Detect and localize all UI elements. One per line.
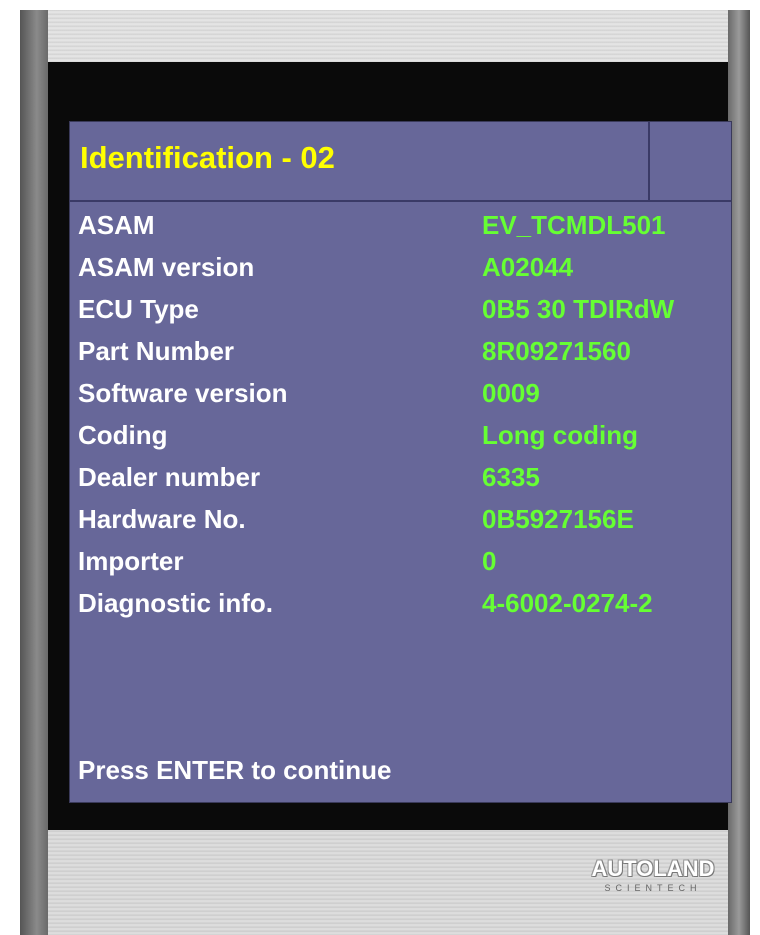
brand-subtitle: SCIENTECH bbox=[604, 883, 702, 893]
software-version-label: Software version bbox=[78, 378, 288, 408]
asam-version-label: ASAM version bbox=[78, 252, 255, 282]
part-number-value: 8R09271560 bbox=[482, 336, 631, 366]
part-number-label: Part Number bbox=[78, 336, 235, 366]
software-version-value: 0009 bbox=[482, 378, 540, 408]
importer-label: Importer bbox=[78, 546, 184, 576]
hardware-number-label: Hardware No. bbox=[78, 504, 246, 534]
coding-label: Coding bbox=[78, 420, 168, 450]
asam-version-value: A02044 bbox=[482, 252, 574, 282]
diagnostic-info-value: 4-6002-0274-2 bbox=[482, 588, 653, 618]
coding-value: Long coding bbox=[482, 420, 638, 450]
continue-prompt: Press ENTER to continue bbox=[78, 755, 392, 785]
title-bar: Identification - 02 bbox=[70, 122, 731, 202]
ecu-type-label: ECU Type bbox=[78, 294, 199, 324]
device-left-edge bbox=[20, 10, 48, 935]
dealer-number-value: 6335 bbox=[482, 462, 540, 492]
diagnostic-info-label: Diagnostic info. bbox=[78, 588, 273, 618]
device-top-panel bbox=[48, 10, 728, 62]
asam-value: EV_TCMDL501 bbox=[482, 210, 666, 240]
hardware-number-value: 0B5927156E bbox=[482, 504, 634, 534]
brand-name: AUTOLAND bbox=[591, 856, 715, 881]
title-bar-divider bbox=[648, 122, 650, 200]
dealer-number-label: Dealer number bbox=[78, 462, 261, 492]
device-right-edge bbox=[728, 10, 750, 935]
brand-logo: AUTOLAND SCIENTECH bbox=[578, 856, 728, 893]
ecu-type-value: 0B5 30 TDIRdW bbox=[482, 294, 675, 324]
page-title: Identification - 02 bbox=[80, 140, 335, 175]
importer-value: 0 bbox=[482, 546, 497, 576]
asam-label: ASAM bbox=[78, 210, 155, 240]
